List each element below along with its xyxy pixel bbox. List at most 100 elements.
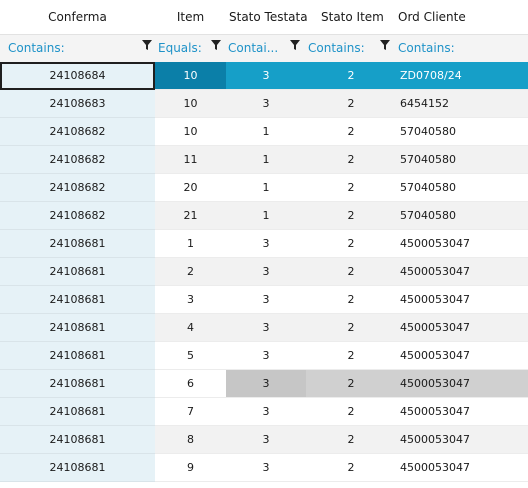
cell-item[interactable]: 8	[155, 426, 226, 454]
cell-conferma[interactable]: 24108682	[0, 202, 155, 230]
cell-item[interactable]: 11	[155, 146, 226, 174]
cell-item[interactable]: 7	[155, 398, 226, 426]
cell-item[interactable]: 20	[155, 174, 226, 202]
cell-ord-cliente[interactable]: 6454152	[396, 90, 528, 118]
filter-input-item[interactable]: Equals:	[158, 35, 210, 62]
table-row[interactable]: 24108681 5 3 2 4500053047	[0, 342, 528, 370]
cell-stato-item[interactable]: 2	[306, 398, 396, 426]
cell-item[interactable]: 10	[155, 118, 226, 146]
cell-ord-cliente[interactable]: 57040580	[396, 202, 528, 230]
cell-stato-item[interactable]: 2	[306, 202, 396, 230]
cell-ord-cliente[interactable]: 4500053047	[396, 286, 528, 314]
cell-conferma[interactable]: 24108681	[0, 342, 155, 370]
cell-conferma[interactable]: 24108683	[0, 90, 155, 118]
filter-input-conferma[interactable]: Contains:	[8, 35, 138, 62]
cell-stato-item[interactable]: 2	[306, 174, 396, 202]
cell-ord-cliente[interactable]: 4500053047	[396, 342, 528, 370]
cell-stato-testata[interactable]: 3	[226, 258, 306, 286]
cell-stato-testata[interactable]: 3	[226, 314, 306, 342]
cell-stato-item[interactable]: 2	[306, 370, 396, 398]
cell-item[interactable]: 9	[155, 454, 226, 482]
cell-stato-item[interactable]: 2	[306, 62, 396, 90]
cell-stato-item[interactable]: 2	[306, 258, 396, 286]
cell-ord-cliente[interactable]: 4500053047	[396, 426, 528, 454]
cell-ord-cliente[interactable]: 57040580	[396, 118, 528, 146]
cell-stato-testata[interactable]: 3	[226, 62, 306, 90]
cell-conferma[interactable]: 24108681	[0, 286, 155, 314]
cell-item[interactable]: 3	[155, 286, 226, 314]
cell-conferma[interactable]: 24108681	[0, 454, 155, 482]
cell-ord-cliente[interactable]: 4500053047	[396, 314, 528, 342]
cell-stato-testata[interactable]: 1	[226, 146, 306, 174]
cell-item[interactable]: 1	[155, 230, 226, 258]
table-row[interactable]: 24108681 1 3 2 4500053047	[0, 230, 528, 258]
cell-stato-testata[interactable]: 3	[226, 230, 306, 258]
cell-ord-cliente[interactable]: 57040580	[396, 174, 528, 202]
table-row[interactable]: 24108682 10 1 2 57040580	[0, 118, 528, 146]
cell-stato-testata[interactable]: 1	[226, 118, 306, 146]
cell-stato-item[interactable]: 2	[306, 146, 396, 174]
cell-stato-item[interactable]: 2	[306, 230, 396, 258]
funnel-icon[interactable]	[142, 39, 152, 51]
cell-ord-cliente[interactable]: ZD0708/24	[396, 62, 528, 90]
cell-conferma[interactable]: 24108682	[0, 118, 155, 146]
cell-stato-item[interactable]: 2	[306, 286, 396, 314]
cell-stato-testata[interactable]: 3	[226, 370, 306, 398]
cell-conferma[interactable]: 24108682	[0, 174, 155, 202]
cell-ord-cliente[interactable]: 4500053047	[396, 370, 528, 398]
cell-item[interactable]: 5	[155, 342, 226, 370]
cell-ord-cliente[interactable]: 4500053047	[396, 258, 528, 286]
table-row-selected[interactable]: 24108684 10 3 2 ZD0708/24	[0, 62, 528, 90]
cell-item[interactable]: 10	[155, 62, 226, 90]
cell-ord-cliente[interactable]: 4500053047	[396, 398, 528, 426]
cell-stato-testata[interactable]: 3	[226, 426, 306, 454]
cell-item[interactable]: 6	[155, 370, 226, 398]
funnel-icon[interactable]	[290, 39, 300, 51]
cell-stato-item[interactable]: 2	[306, 118, 396, 146]
filter-input-ord-cliente[interactable]: Contains:	[398, 35, 526, 62]
cell-stato-item[interactable]: 2	[306, 342, 396, 370]
cell-ord-cliente[interactable]: 4500053047	[396, 454, 528, 482]
funnel-icon[interactable]	[211, 39, 221, 51]
column-header-conferma[interactable]: Conferma	[0, 0, 155, 34]
table-row[interactable]: 24108683 10 3 2 6454152	[0, 90, 528, 118]
cell-stato-item[interactable]: 2	[306, 426, 396, 454]
table-row[interactable]: 24108681 3 3 2 4500053047	[0, 286, 528, 314]
table-row[interactable]: 24108681 2 3 2 4500053047	[0, 258, 528, 286]
filter-input-stato-testata[interactable]: Contai...	[228, 35, 284, 62]
cell-stato-item[interactable]: 2	[306, 90, 396, 118]
table-row[interactable]: 24108681 4 3 2 4500053047	[0, 314, 528, 342]
filter-input-stato-item[interactable]: Contains:	[308, 35, 374, 62]
table-row[interactable]: 24108681 9 3 2 4500053047	[0, 454, 528, 482]
column-header-ord-cliente[interactable]: Ord Cliente	[398, 0, 528, 34]
cell-conferma[interactable]: 24108684	[0, 62, 155, 90]
cell-stato-testata[interactable]: 3	[226, 342, 306, 370]
cell-conferma[interactable]: 24108682	[0, 146, 155, 174]
cell-conferma[interactable]: 24108681	[0, 230, 155, 258]
cell-stato-testata[interactable]: 1	[226, 174, 306, 202]
table-row[interactable]: 24108682 11 1 2 57040580	[0, 146, 528, 174]
cell-conferma[interactable]: 24108681	[0, 398, 155, 426]
column-header-stato-item[interactable]: Stato Item	[321, 0, 396, 34]
cell-stato-testata[interactable]: 3	[226, 454, 306, 482]
cell-stato-item[interactable]: 2	[306, 454, 396, 482]
cell-stato-testata[interactable]: 1	[226, 202, 306, 230]
cell-conferma[interactable]: 24108681	[0, 370, 155, 398]
cell-item[interactable]: 21	[155, 202, 226, 230]
table-row[interactable]: 24108681 8 3 2 4500053047	[0, 426, 528, 454]
column-header-stato-testata[interactable]: Stato Testata	[226, 0, 316, 34]
funnel-icon[interactable]	[380, 39, 390, 51]
cell-item[interactable]: 4	[155, 314, 226, 342]
column-header-item[interactable]: Item	[155, 0, 226, 34]
cell-stato-testata[interactable]: 3	[226, 286, 306, 314]
table-row[interactable]: 24108681 6 3 2 4500053047	[0, 370, 528, 398]
cell-conferma[interactable]: 24108681	[0, 426, 155, 454]
table-row[interactable]: 24108681 7 3 2 4500053047	[0, 398, 528, 426]
cell-stato-testata[interactable]: 3	[226, 90, 306, 118]
cell-ord-cliente[interactable]: 57040580	[396, 146, 528, 174]
table-row[interactable]: 24108682 20 1 2 57040580	[0, 174, 528, 202]
cell-conferma[interactable]: 24108681	[0, 314, 155, 342]
cell-ord-cliente[interactable]: 4500053047	[396, 230, 528, 258]
cell-item[interactable]: 2	[155, 258, 226, 286]
cell-stato-testata[interactable]: 3	[226, 398, 306, 426]
